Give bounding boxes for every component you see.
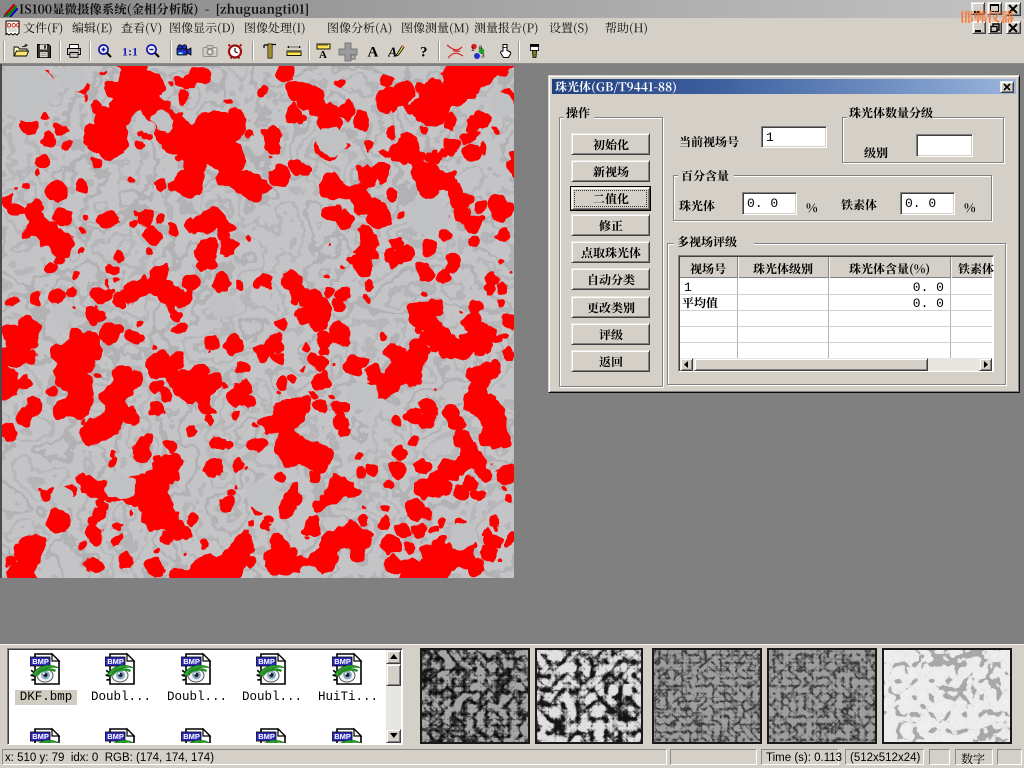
svg-text:?: ?: [420, 45, 428, 60]
svg-text:A: A: [319, 49, 327, 59]
svg-text:A: A: [368, 45, 379, 60]
svg-text:BMP: BMP: [258, 657, 275, 666]
svg-text:BMP: BMP: [107, 657, 124, 666]
svg-text:BMP: BMP: [32, 657, 49, 666]
svg-text:BMP: BMP: [334, 732, 351, 741]
svg-text:BMP: BMP: [107, 732, 124, 741]
svg-text:BMP: BMP: [183, 657, 200, 666]
svg-text:a: a: [479, 44, 483, 51]
svg-text:3: 3: [481, 53, 485, 60]
svg-text:A: A: [388, 46, 397, 60]
svg-text:BMP: BMP: [32, 732, 49, 741]
svg-text:1:1: 1:1: [122, 45, 137, 59]
svg-text:BMP: BMP: [183, 732, 200, 741]
svg-text:BMP: BMP: [258, 732, 275, 741]
svg-text:BMP: BMP: [334, 657, 351, 666]
svg-text:1: 1: [471, 46, 475, 53]
